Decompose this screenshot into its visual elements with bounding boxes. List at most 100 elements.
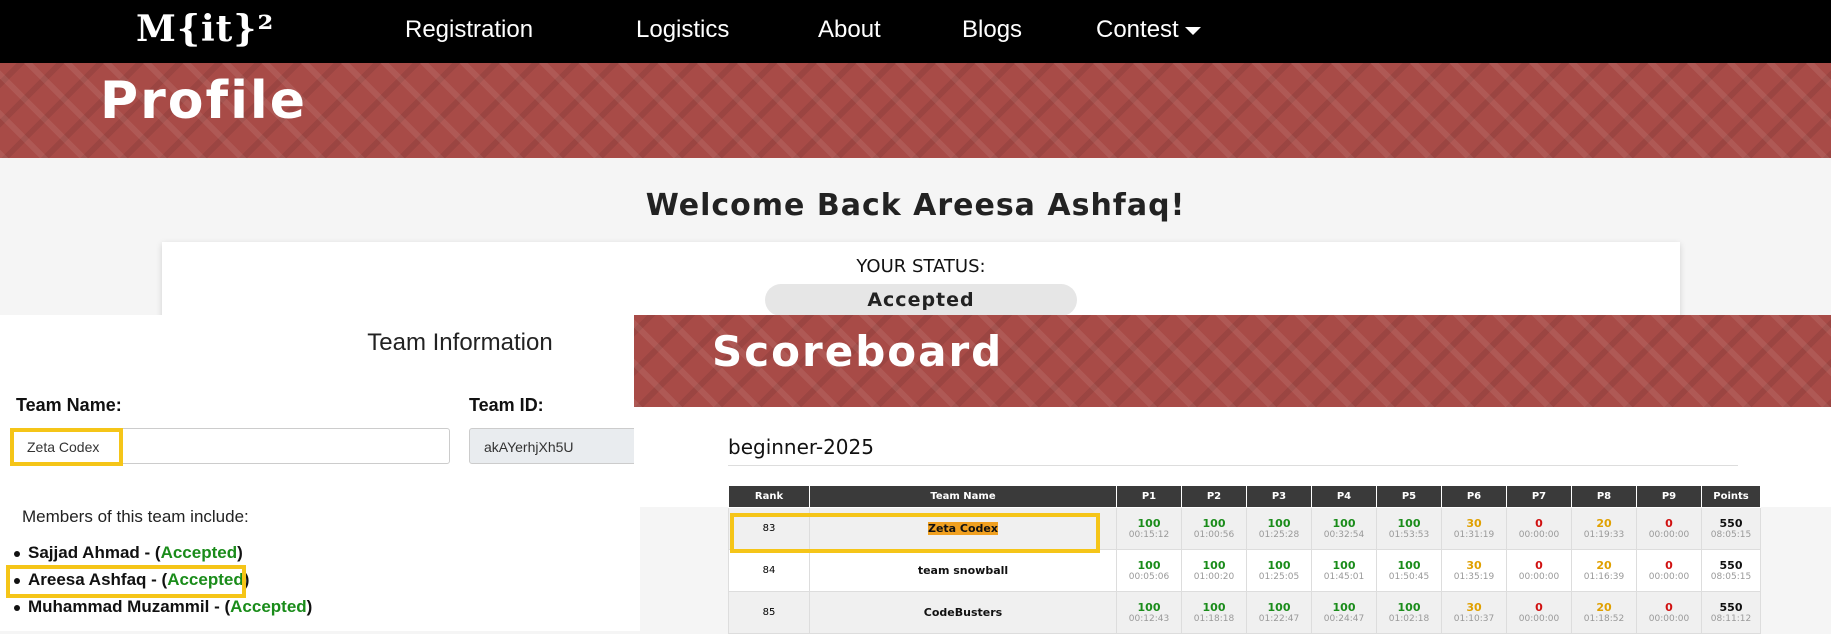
column-header: P6 [1441,485,1507,508]
team-name-label: Team Name: [16,395,122,415]
scoreboard-title: Scoreboard [712,327,1004,376]
nav-contest-dropdown[interactable]: Contest [1096,16,1201,44]
member-name: Sajjad Ahmad [28,543,140,562]
problem-score: 0 [1535,601,1543,614]
problem-time: 01:18:52 [1583,614,1625,624]
column-header: P2 [1181,485,1247,508]
column-header: P3 [1246,485,1312,508]
problem-score: 20 [1596,601,1612,614]
table-cell: 100 01:18:18 [1181,591,1247,634]
problem-score: 0 [1665,559,1673,572]
problem-time: 01:25:05 [1258,572,1300,582]
table-cell: 100 01:02:18 [1376,591,1442,634]
member-highlight [6,565,246,598]
problem-time: 01:00:56 [1193,530,1235,540]
points-value: 550 [1719,517,1743,530]
problem-time: 01:16:39 [1583,572,1625,582]
problem-score: 0 [1665,517,1673,530]
nav-contest-label: Contest [1096,16,1179,43]
members-intro: Members of this team include: [22,507,249,526]
table-header-row: Rank Team Name P1 P2 P3 P4 P5 P6 P7 P8 P… [728,485,1761,508]
table-cell: 20 01:18:52 [1571,591,1637,634]
table-cell: 100 01:45:01 [1311,549,1377,592]
rank-cell: 85 [762,607,776,618]
problem-score: 100 [1267,559,1291,572]
problem-score: 100 [1137,601,1161,614]
table-cell: 30 01:35:19 [1441,549,1507,592]
team-name-cell: team snowball [917,564,1009,577]
problem-time: 01:31:19 [1453,530,1495,540]
table-cell: 100 01:00:56 [1181,507,1247,550]
problem-score: 0 [1535,559,1543,572]
problem-time: 01:18:18 [1193,614,1235,624]
site-logo[interactable]: M{it}² [136,8,274,50]
problem-time: 01:25:28 [1258,530,1300,540]
divider [728,465,1738,466]
problem-time: 01:22:47 [1258,614,1300,624]
column-header: Rank [728,485,810,508]
table-cell: 20 01:19:33 [1571,507,1637,550]
column-header: Team Name [809,485,1117,508]
profile-banner: Profile [0,63,1831,158]
table-cell: 550 08:05:15 [1701,507,1761,550]
problem-time: 00:00:00 [1648,530,1690,540]
problem-score: 30 [1466,559,1482,572]
table-cell: team snowball [809,549,1117,592]
member-name: Muhammad Muzammil [28,597,210,616]
problem-time: 01:19:33 [1583,530,1625,540]
column-header: P5 [1376,485,1442,508]
scoreboard-banner: Scoreboard [634,315,1831,407]
table-cell: 100 01:25:28 [1246,507,1312,550]
table-cell: 100 00:24:47 [1311,591,1377,634]
welcome-heading: Welcome Back Areesa Ashfaq! [645,188,1186,223]
table-cell: CodeBusters [809,591,1117,634]
nav-registration[interactable]: Registration [405,16,533,44]
problem-score: 30 [1466,517,1482,530]
team-name-cell: CodeBusters [923,606,1003,619]
table-cell: 100 01:00:20 [1181,549,1247,592]
bullet-icon [14,604,20,611]
problem-score: 30 [1466,601,1482,614]
problem-score: 100 [1202,559,1226,572]
problem-score: 100 [1397,517,1421,530]
table-cell: 100 00:12:43 [1116,591,1182,634]
problem-score: 100 [1397,559,1421,572]
nav-about[interactable]: About [818,16,881,44]
nav-blogs[interactable]: Blogs [962,16,1022,44]
page-title: Profile [100,71,308,131]
problem-score: 100 [1267,517,1291,530]
problem-time: 00:00:00 [1518,614,1560,624]
problem-time: 00:32:54 [1323,530,1365,540]
table-cell: 0 00:00:00 [1636,549,1702,592]
column-header: P8 [1571,485,1637,508]
problem-time: 00:00:00 [1648,614,1690,624]
nav-logistics[interactable]: Logistics [636,16,729,44]
problem-score: 0 [1535,517,1543,530]
problem-time: 00:00:00 [1518,572,1560,582]
total-time: 08:11:12 [1710,614,1752,624]
caret-down-icon [1184,26,1201,35]
table-cell: 100 01:22:47 [1246,591,1312,634]
table-cell: 0 00:00:00 [1636,591,1702,634]
table-cell: 30 01:10:37 [1441,591,1507,634]
problem-score: 100 [1202,601,1226,614]
table-cell: 100 00:32:54 [1311,507,1377,550]
problem-time: 00:24:47 [1323,614,1365,624]
problem-score: 100 [1267,601,1291,614]
table-cell: 100 01:25:05 [1246,549,1312,592]
table-cell: 550 08:05:15 [1701,549,1761,592]
team-id-field[interactable]: akAYerhjXh5U [469,428,640,464]
points-value: 550 [1719,559,1743,572]
problem-time: 00:05:06 [1128,572,1170,582]
problem-score: 100 [1332,601,1356,614]
team-name-highlight [10,428,123,466]
table-cell: 0 00:00:00 [1506,549,1572,592]
table-cell: 20 01:16:39 [1571,549,1637,592]
table-cell: 100 00:15:12 [1116,507,1182,550]
table-row: 85 CodeBusters 100 00:12:43 100 01:18:18 100 01… [728,591,1761,634]
problem-time: 01:53:53 [1388,530,1430,540]
problem-time: 01:00:20 [1193,572,1235,582]
problem-time: 01:45:01 [1323,572,1365,582]
table-cell: 100 00:05:06 [1116,549,1182,592]
problem-score: 100 [1137,559,1161,572]
